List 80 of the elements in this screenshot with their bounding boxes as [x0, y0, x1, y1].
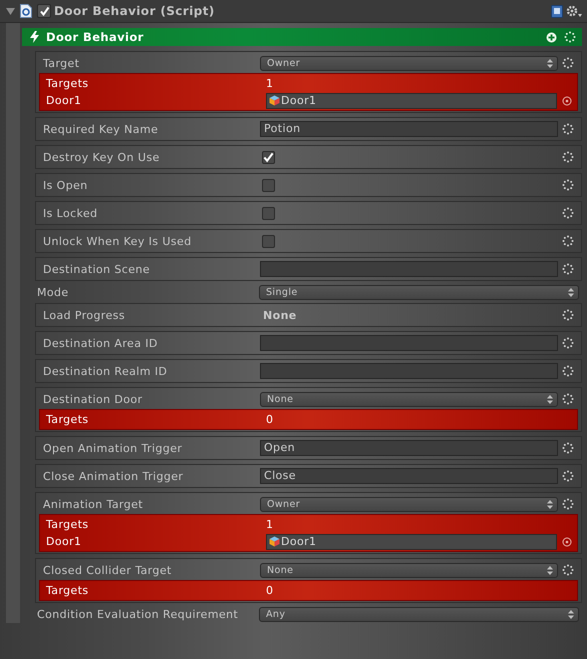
updown-arrows-icon: [568, 288, 574, 296]
property-label: Open Animation Trigger: [42, 442, 184, 454]
spinner-icon[interactable]: [562, 235, 574, 247]
updown-arrows-icon: [568, 610, 574, 618]
script-file-icon: [20, 4, 32, 18]
object-field[interactable]: Door1: [266, 534, 557, 550]
spinner-icon[interactable]: [562, 442, 574, 454]
dropdown[interactable]: Any: [259, 606, 579, 622]
property-label: Destination Door: [42, 392, 144, 406]
spinner-icon[interactable]: [562, 57, 574, 69]
spinner-icon[interactable]: [562, 309, 574, 321]
text-field[interactable]: Potion: [260, 121, 558, 137]
targets-label: Targets: [46, 413, 90, 426]
cube-icon: [269, 536, 280, 547]
target-label: Door1: [46, 535, 82, 548]
targets-count: 0: [266, 413, 274, 426]
lightning-icon: [30, 31, 39, 43]
property-label: Is Locked: [42, 206, 99, 220]
targets-label: Targets: [46, 77, 90, 90]
targets-label: Targets: [46, 518, 90, 531]
foldout-triangle-icon[interactable]: [6, 6, 15, 16]
object-field[interactable]: Door1: [266, 92, 557, 108]
spinner-icon[interactable]: [562, 498, 574, 510]
checkbox[interactable]: [262, 150, 275, 164]
targets-count: 1: [266, 77, 274, 90]
target-label: Door1: [46, 94, 82, 107]
targets-count: 0: [266, 584, 274, 597]
spinner-icon[interactable]: [562, 207, 574, 219]
spinner-icon[interactable]: [562, 263, 574, 275]
target-picker-icon[interactable]: [562, 536, 572, 546]
dropdown[interactable]: Owner: [260, 496, 558, 512]
dropdown[interactable]: None: [260, 562, 558, 578]
add-icon[interactable]: [546, 32, 557, 42]
targets-count: 1: [266, 518, 274, 531]
property-label: Mode: [37, 286, 70, 298]
dropdown[interactable]: Single: [259, 284, 579, 300]
updown-arrows-icon: [547, 58, 553, 68]
property-label: Closed Collider Target: [42, 564, 173, 576]
dropdown[interactable]: Owner: [260, 56, 558, 70]
component-title: Door Behavior (Script): [54, 4, 215, 18]
spinner-icon[interactable]: [562, 564, 574, 576]
property-label: Condition Evaluation Requirement: [37, 608, 240, 620]
spinner-icon[interactable]: [562, 123, 574, 135]
updown-arrows-icon: [547, 394, 553, 404]
property-label: Target: [42, 56, 80, 70]
enabled-checkbox[interactable]: [37, 4, 51, 18]
settings-icon[interactable]: [566, 4, 583, 18]
targets-label: Targets: [46, 584, 90, 597]
property-label: Destroy Key On Use: [42, 150, 161, 164]
text-field[interactable]: [260, 261, 558, 277]
property-label: Destination Scene: [42, 262, 151, 276]
updown-arrows-icon: [547, 566, 553, 574]
property-label: Required Key Name: [42, 122, 160, 136]
text-field[interactable]: Close: [260, 468, 558, 484]
spinner-icon[interactable]: [562, 179, 574, 191]
checkbox[interactable]: [262, 234, 275, 248]
target-picker-icon[interactable]: [562, 96, 572, 106]
property-label: Destination Realm ID: [42, 364, 168, 378]
cube-icon: [269, 95, 280, 106]
updown-arrows-icon: [547, 500, 553, 508]
spinner-icon[interactable]: [562, 393, 574, 405]
text-field[interactable]: [260, 363, 558, 379]
spinner-icon[interactable]: [562, 365, 574, 377]
property-label: Destination Area ID: [42, 336, 159, 350]
text-field[interactable]: [260, 335, 558, 351]
property-label: Close Animation Trigger: [42, 470, 184, 482]
checkbox[interactable]: [262, 206, 275, 220]
property-label: Unlock When Key Is Used: [42, 234, 192, 248]
property-label: Is Open: [42, 178, 89, 192]
property-label: Animation Target: [42, 498, 144, 510]
spinner-icon[interactable]: [564, 31, 576, 43]
behavior-title: Door Behavior: [46, 30, 144, 44]
dropdown[interactable]: None: [260, 392, 558, 406]
text-field[interactable]: Open: [260, 440, 558, 456]
spinner-icon[interactable]: [562, 151, 574, 163]
progress-value: None: [262, 308, 297, 322]
spinner-icon[interactable]: [562, 470, 574, 482]
property-label: Load Progress: [42, 308, 126, 322]
spinner-icon[interactable]: [562, 337, 574, 349]
checkbox[interactable]: [262, 178, 275, 192]
